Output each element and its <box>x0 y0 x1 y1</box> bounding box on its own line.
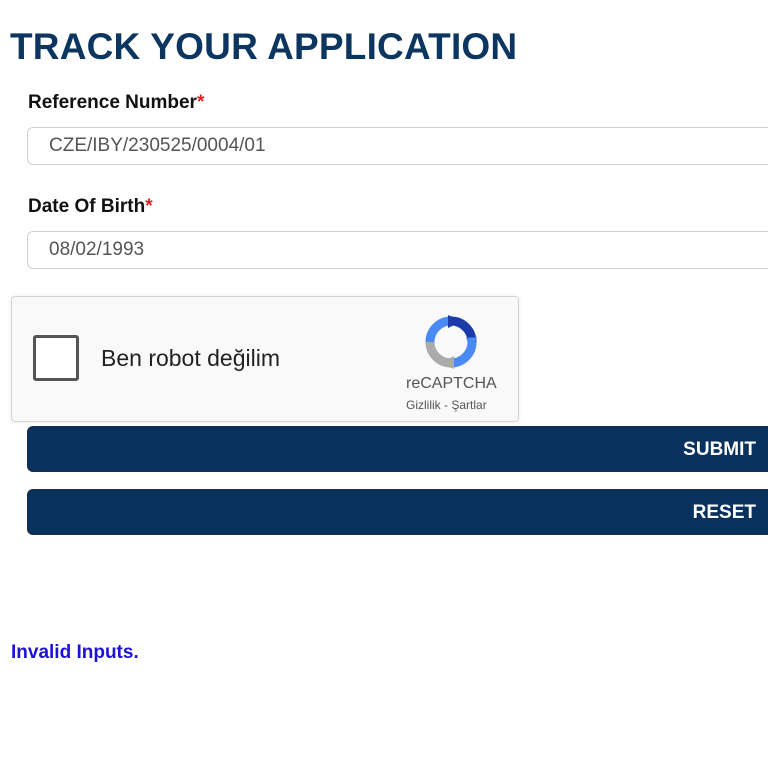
required-mark: * <box>145 196 153 217</box>
submit-button[interactable]: SUBMIT <box>27 426 768 472</box>
recaptcha-checkbox-label: Ben robot değilim <box>101 345 280 371</box>
reference-number-input[interactable] <box>28 128 749 163</box>
recaptcha-checkbox[interactable] <box>33 335 79 381</box>
reset-button[interactable]: RESET <box>27 489 768 535</box>
date-of-birth-label: Date Of Birth* <box>28 196 153 218</box>
recaptcha-logo-icon <box>425 315 477 369</box>
privacy-link[interactable]: Gizlilik <box>406 398 441 412</box>
reference-number-label-text: Reference Number <box>28 92 197 113</box>
date-of-birth-label-text: Date Of Birth <box>28 196 146 217</box>
date-of-birth-input[interactable] <box>28 232 749 267</box>
terms-link[interactable]: Şartlar <box>451 398 486 412</box>
reference-number-label: Reference Number* <box>28 92 204 114</box>
required-mark: * <box>196 92 205 113</box>
recaptcha-widget: Ben robot değilim reCAPTCHA Gizlilik - Ş… <box>11 296 519 422</box>
recaptcha-brand: reCAPTCHA <box>406 375 497 392</box>
recaptcha-links: Gizlilik - Şartlar <box>406 398 487 412</box>
error-message: Invalid Inputs. <box>11 642 139 663</box>
reference-number-field-box[interactable] <box>27 127 768 165</box>
date-of-birth-field-box[interactable] <box>27 231 768 269</box>
track-application-page: TRACK YOUR APPLICATION Reference Number*… <box>0 0 768 768</box>
links-separator: - <box>444 398 449 412</box>
page-title: TRACK YOUR APPLICATION <box>10 26 518 67</box>
